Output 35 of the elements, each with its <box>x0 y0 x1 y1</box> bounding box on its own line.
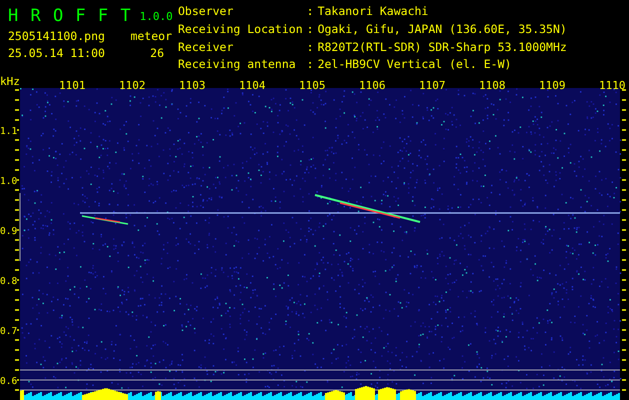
meteor-label: meteor <box>130 30 172 43</box>
app-version: 1.0.0 <box>140 10 173 23</box>
info-separator: : <box>306 22 314 38</box>
x-axis-label: 1102 <box>119 79 146 92</box>
x-axis-label: 1108 <box>479 79 506 92</box>
x-axis-label: 1101 <box>59 79 86 92</box>
info-label: Receiving antenna <box>178 58 297 74</box>
info-label: Receiver <box>178 40 234 56</box>
x-axis-label: 1104 <box>239 79 266 92</box>
date-time: 25.05.14 11:00 <box>8 47 105 60</box>
x-axis-label: 1109 <box>539 79 566 92</box>
y-axis-label: 0.7 <box>0 326 18 337</box>
x-axis-label: 1110 <box>599 79 626 92</box>
info-separator: : <box>306 5 314 20</box>
info-label: Observer <box>178 5 234 20</box>
meteor-count: 26 <box>150 47 164 60</box>
y-axis-label: 0.8 <box>0 276 18 287</box>
info-value: R820T2(RTL-SDR) SDR-Sharp 53.1000MHz <box>318 40 567 56</box>
y-axis-label: 1.1 <box>0 126 18 137</box>
app-title: H R O F F T <box>8 6 132 26</box>
x-axis-label: 1105 <box>299 79 326 92</box>
info-separator: : <box>306 58 314 74</box>
y-axis-label: 0.9 <box>0 226 18 237</box>
info-value: Ogaki, Gifu, JAPAN (136.60E, 35.35N) <box>318 22 567 38</box>
info-value: 2el-HB9CV Vertical (el. E-W) <box>318 58 512 74</box>
info-separator: : <box>306 40 314 56</box>
file-name: 2505141100.png <box>8 30 105 43</box>
x-axis-label: 1103 <box>179 79 206 92</box>
info-label: Receiving Location <box>178 22 303 38</box>
info-value: Takanori Kawachi <box>318 5 430 20</box>
y-axis-label: 0.6 <box>0 376 18 387</box>
axis-unit: kHz <box>0 76 20 88</box>
x-axis-label: 1106 <box>359 79 386 92</box>
x-axis-label: 1107 <box>419 79 446 92</box>
y-axis-label: 1.0 <box>0 176 18 187</box>
